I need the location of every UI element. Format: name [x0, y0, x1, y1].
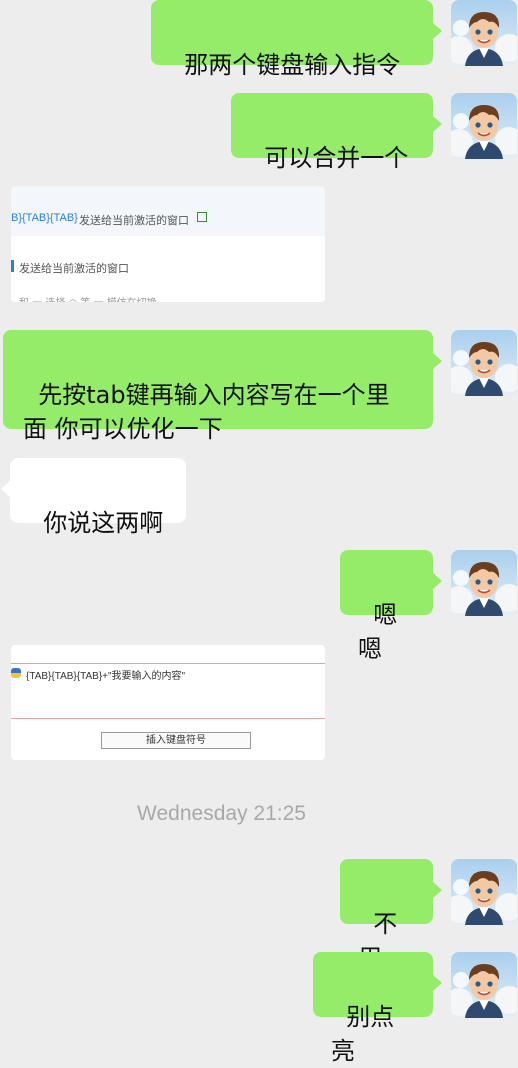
my-avatar[interactable]	[451, 952, 517, 1018]
image-cropped-text: 和 一 选择 ○ 等 一 模仿在切换	[19, 294, 157, 302]
message-text: 那两个键盘输入指令	[184, 51, 401, 79]
message-bubble-5[interactable]: 嗯嗯	[340, 550, 442, 663]
my-avatar[interactable]	[451, 859, 517, 925]
image-message-2[interactable]: {TAB}{TAB}{TAB}+"我要输入的内容" 插入键盘符号	[11, 645, 325, 760]
my-avatar[interactable]	[451, 550, 517, 616]
message-text: 可以合并一个	[264, 144, 409, 172]
image-message-1[interactable]: B}{TAB}{TAB} 发送给当前激活的窗口 发送给当前激活的窗口 和 一 选…	[11, 186, 325, 302]
my-avatar[interactable]	[451, 93, 517, 159]
divider-top	[11, 663, 325, 664]
message-text: 先按tab键再输入内容写在一个里面 你可以优化一下	[23, 381, 390, 443]
message-text: 别点亮	[331, 1003, 395, 1065]
message-bubble-1[interactable]: 那两个键盘输入指令	[151, 0, 442, 79]
link-icon	[11, 260, 14, 272]
my-avatar[interactable]	[451, 0, 517, 66]
image-desc-text-2: 发送给当前激活的窗口	[19, 262, 129, 275]
message-bubble-2[interactable]: 可以合并一个	[231, 93, 442, 172]
divider-bottom	[11, 718, 325, 719]
message-text: 你说这两啊	[43, 509, 164, 537]
message-text: 嗯嗯	[358, 601, 398, 663]
image-code-text: B}{TAB}{TAB}	[11, 212, 78, 224]
message-bubble-6[interactable]: 不用	[340, 859, 442, 972]
edit-icon	[197, 212, 207, 222]
code-line: {TAB}{TAB}{TAB}+"我要输入的内容"	[26, 671, 186, 682]
timestamp: Wednesday 21:25	[137, 802, 306, 825]
image-header-band	[11, 186, 325, 236]
insert-key-symbol-button: 插入键盘符号	[101, 732, 251, 749]
message-bubble-4[interactable]: 你说这两啊	[1, 458, 186, 537]
image-desc-text: 发送给当前激活的窗口	[79, 214, 189, 227]
my-avatar[interactable]	[451, 330, 517, 396]
message-bubble-7[interactable]: 别点亮	[313, 952, 442, 1065]
message-bubble-3[interactable]: 先按tab键再输入内容写在一个里面 你可以优化一下	[3, 330, 442, 443]
python-icon	[11, 668, 21, 678]
